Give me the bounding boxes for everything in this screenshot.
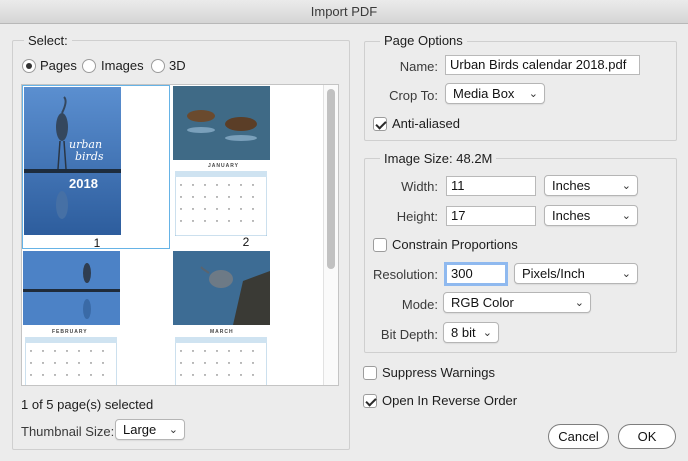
chevron-updown-icon: ⌄ bbox=[621, 268, 631, 280]
select-legend: Select: bbox=[24, 33, 72, 48]
name-field[interactable]: Urban Birds calendar 2018.pdf bbox=[445, 55, 640, 75]
pages-radio[interactable] bbox=[22, 59, 36, 73]
bit-depth-select[interactable]: 8 bit ⌄ bbox=[443, 322, 499, 343]
resolution-unit-value: Pixels/Inch bbox=[522, 266, 585, 281]
width-label: Width: bbox=[401, 179, 438, 194]
calendar-grid bbox=[175, 337, 267, 385]
heron-rock-image bbox=[173, 251, 270, 325]
resolution-label: Resolution: bbox=[372, 267, 438, 282]
width-unit-value: Inches bbox=[552, 178, 591, 193]
thumbnail-scrollbar[interactable] bbox=[323, 85, 338, 385]
3d-radio[interactable] bbox=[151, 59, 165, 73]
resolution-field[interactable]: 300 bbox=[444, 262, 508, 286]
thumbnail-size-value: Large bbox=[123, 422, 157, 437]
cover-year: 2018 bbox=[69, 176, 98, 191]
chevron-updown-icon: ⌄ bbox=[168, 424, 178, 436]
cover-image bbox=[24, 87, 121, 235]
selection-status: 1 of 5 page(s) selected bbox=[21, 397, 154, 412]
crop-select[interactable]: Media Box ⌄ bbox=[445, 83, 545, 104]
crop-value: Media Box bbox=[453, 86, 515, 101]
month-label: FEBRUARY bbox=[52, 329, 88, 335]
month-label: MARCH bbox=[210, 329, 234, 335]
calendar-grid bbox=[175, 171, 267, 236]
image-size-legend: Image Size: 48.2M bbox=[380, 151, 497, 166]
height-unit-select[interactable]: Inches ⌄ bbox=[544, 205, 638, 226]
heron-image bbox=[23, 251, 120, 325]
chevron-updown-icon: ⌄ bbox=[621, 180, 631, 192]
3d-radio-label: 3D bbox=[169, 58, 186, 73]
constrain-proportions-checkbox[interactable] bbox=[373, 238, 387, 252]
suppress-warnings-checkbox[interactable] bbox=[363, 366, 377, 380]
reverse-order-checkbox[interactable] bbox=[363, 394, 377, 408]
ok-button[interactable]: OK bbox=[618, 424, 676, 449]
anti-aliased-checkbox[interactable] bbox=[373, 117, 387, 131]
window-title: Import PDF bbox=[0, 0, 688, 24]
pages-radio-label: Pages bbox=[40, 58, 77, 73]
mode-select[interactable]: RGB Color ⌄ bbox=[443, 292, 591, 313]
reverse-order-label: Open In Reverse Order bbox=[382, 393, 518, 408]
page-number: 1 bbox=[93, 236, 101, 250]
images-radio-label: Images bbox=[101, 58, 144, 73]
ducks-image bbox=[173, 86, 270, 160]
crop-label: Crop To: bbox=[389, 88, 438, 103]
page-thumbnail-4[interactable]: MARCH bbox=[172, 251, 320, 385]
resolution-unit-select[interactable]: Pixels/Inch ⌄ bbox=[514, 263, 638, 284]
cancel-button[interactable]: Cancel bbox=[548, 424, 609, 449]
cover-text-birds: birds bbox=[75, 150, 104, 163]
suppress-warnings-label: Suppress Warnings bbox=[382, 365, 495, 380]
page-thumbnail-3[interactable]: FEBRUARY bbox=[22, 251, 170, 385]
mode-label: Mode: bbox=[401, 297, 438, 312]
constrain-proportions-label: Constrain Proportions bbox=[392, 237, 518, 252]
thumbnail-grid[interactable]: urban birds 2018 1 JANUARY 2 FEBRUARY MA… bbox=[21, 84, 339, 386]
height-label: Height: bbox=[396, 209, 438, 224]
mode-value: RGB Color bbox=[451, 295, 514, 310]
images-radio[interactable] bbox=[82, 59, 96, 73]
thumbnail-size-select[interactable]: Large ⌄ bbox=[115, 419, 185, 440]
page-thumbnail-2[interactable]: JANUARY 2 bbox=[172, 85, 320, 249]
month-label: JANUARY bbox=[208, 163, 239, 169]
page-number: 2 bbox=[242, 235, 250, 249]
width-field[interactable]: 11 bbox=[446, 176, 536, 196]
height-unit-value: Inches bbox=[552, 208, 591, 223]
anti-aliased-label: Anti-aliased bbox=[392, 116, 460, 131]
calendar-grid bbox=[25, 337, 117, 385]
chevron-updown-icon: ⌄ bbox=[528, 88, 538, 100]
chevron-updown-icon: ⌄ bbox=[574, 297, 584, 309]
chevron-updown-icon: ⌄ bbox=[482, 327, 492, 339]
scrollbar-knob[interactable] bbox=[327, 89, 335, 269]
chevron-updown-icon: ⌄ bbox=[621, 210, 631, 222]
name-label: Name: bbox=[399, 59, 438, 74]
page-thumbnail-1[interactable]: urban birds 2018 1 bbox=[22, 85, 170, 250]
height-field[interactable]: 17 bbox=[446, 206, 536, 226]
width-unit-select[interactable]: Inches ⌄ bbox=[544, 175, 638, 196]
page-options-legend: Page Options bbox=[380, 33, 467, 48]
thumbnail-size-label: Thumbnail Size: bbox=[21, 424, 115, 439]
bit-depth-label: Bit Depth: bbox=[380, 327, 438, 342]
bit-depth-value: 8 bit bbox=[451, 325, 476, 340]
